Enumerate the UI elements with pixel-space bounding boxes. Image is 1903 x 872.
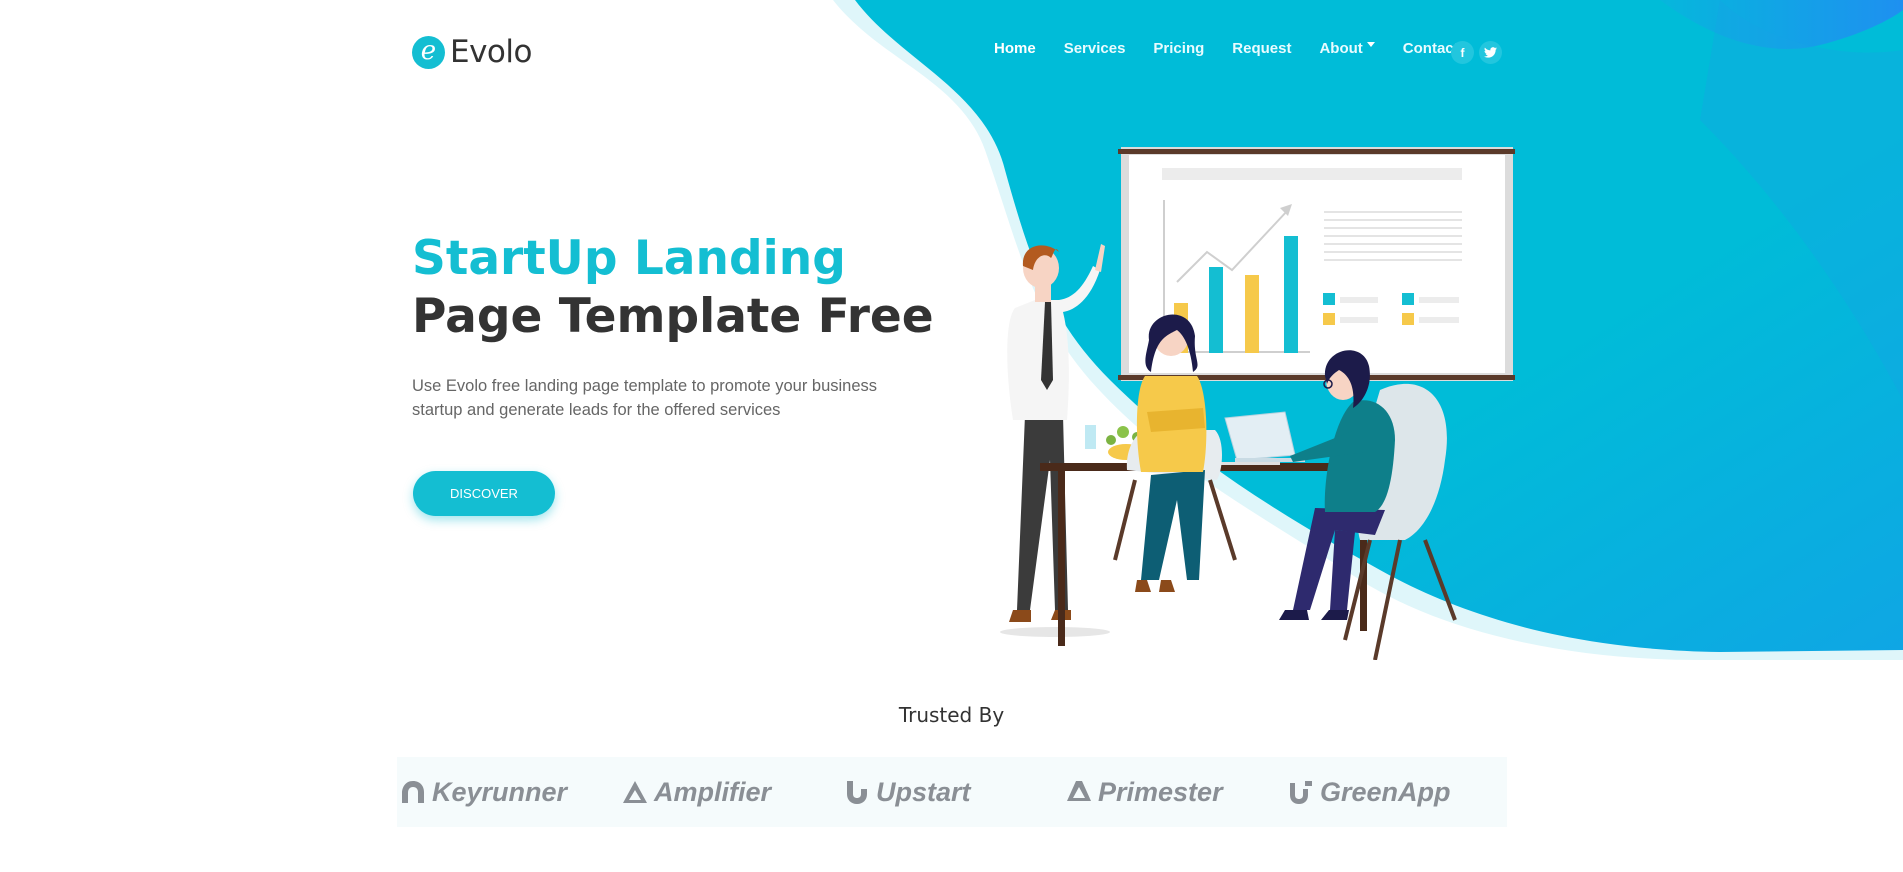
hero-title-line2: Page Template Free [412,289,934,344]
facebook-icon[interactable]: f [1451,41,1474,64]
primester-logo-icon [1067,781,1091,801]
greenapp-logo-icon [1290,781,1312,804]
brand-keyrunner-name: Keyrunner [432,776,568,807]
main-navigation: Home Services Pricing Request About Cont… [994,40,1487,57]
team-meeting-illustration [1000,147,1515,660]
nav-item-about-label: About [1319,40,1363,57]
logo-mark-icon: e [412,35,445,69]
amplifier-logo-icon [623,781,647,803]
brand-upstart: Upstart [841,777,1063,808]
trusted-by-heading: Trusted By [898,703,1005,727]
hero-description: Use Evolo free landing page template to … [412,377,878,419]
hero-background-shape [833,0,1903,660]
trusted-brands-strip: Keyrunner Amplifier Upstart Primester Gr… [397,757,1507,827]
brand-logo[interactable]: e Evolo [412,34,532,70]
twitter-icon[interactable] [1479,41,1502,64]
laptop [1224,411,1305,462]
keyrunner-logo-icon [402,781,424,803]
discover-button[interactable]: DISCOVER [413,471,555,516]
social-links: f [1451,41,1507,64]
brand-upstart-name: Upstart [876,776,971,807]
nav-item-pricing[interactable]: Pricing [1153,40,1204,57]
nav-item-home[interactable]: Home [994,40,1036,57]
brand-greenapp-name: GreenApp [1320,776,1451,807]
nav-item-request[interactable]: Request [1232,40,1291,57]
brand-primester-name: Primester [1098,776,1223,807]
brand-name: Evolo [450,34,532,70]
chevron-down-icon [1366,42,1375,47]
brand-greenapp: GreenApp [1285,777,1507,808]
brand-keyrunner: Keyrunner [397,777,619,808]
brand-primester: Primester [1063,777,1285,808]
brand-amplifier: Amplifier [619,777,841,808]
hero-title: StartUp Landing Page Template Free [412,230,934,346]
nav-item-about[interactable]: About [1319,40,1375,57]
hero-title-line1: StartUp Landing [412,231,846,286]
nav-item-services[interactable]: Services [1064,40,1126,57]
brand-amplifier-name: Amplifier [654,776,772,807]
upstart-logo-icon [847,781,867,804]
